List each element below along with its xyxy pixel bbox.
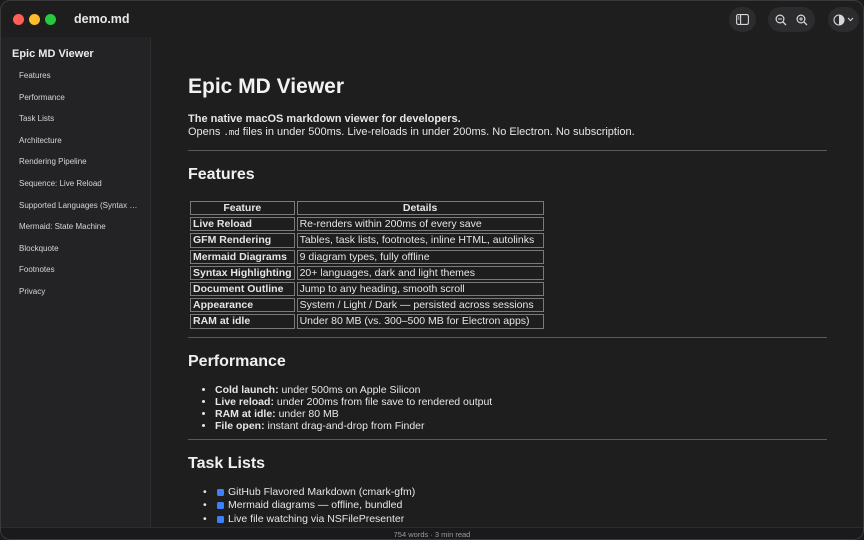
- table-row: Syntax Highlighting 20+ languages, dark …: [190, 265, 544, 280]
- table-header-feature: Feature: [190, 201, 295, 216]
- zoom-out-button[interactable]: [775, 13, 787, 26]
- tagline: The native macOS markdown viewer for dev…: [188, 113, 461, 125]
- inline-code: .md: [223, 128, 240, 138]
- outline-sidebar: Epic MD Viewer Features Performance Task…: [1, 37, 151, 527]
- sidebar-title[interactable]: Epic MD Viewer: [12, 48, 94, 60]
- table-row: Appearance System / Light / Dark — persi…: [190, 298, 544, 313]
- table-row: RAM at idle Under 80 MB (vs. 300–500 MB …: [190, 314, 544, 329]
- markdown-document: Epic MD Viewer The native macOS markdown…: [188, 75, 827, 526]
- divider: [188, 336, 827, 338]
- list-item-text: under 500ms on Apple Silicon: [278, 383, 421, 396]
- task-checkbox[interactable]: [217, 488, 224, 496]
- zoom-controls: [768, 7, 815, 32]
- table-header-row: Feature Details: [190, 201, 544, 216]
- status-bar: 754 words · 3 min read: [1, 527, 863, 539]
- sidebar-item-task-lists[interactable]: Task Lists: [1, 112, 151, 134]
- document-view[interactable]: Epic MD Viewer The native macOS markdown…: [151, 37, 863, 527]
- sidebar-item-privacy[interactable]: Privacy: [1, 285, 151, 307]
- table-row: Document Outline Jump to any heading, sm…: [190, 281, 544, 297]
- table-row: Live Reload Re-renders within 200ms of e…: [190, 217, 544, 232]
- maximize-window-button[interactable]: [45, 14, 56, 25]
- table-cell-details: 9 diagram types, fully offline: [296, 249, 544, 264]
- task-list-item: GitHub Flavored Markdown (cmark-gfm): [203, 485, 827, 500]
- window-title: demo.md: [74, 12, 130, 26]
- list-item-text: under 200ms from file save to rendered o…: [273, 395, 493, 408]
- titlebar: demo.md: [1, 1, 863, 37]
- sidebar-toggle-icon: [736, 14, 749, 25]
- task-text: Mermaid diagrams — offline, bundled: [228, 499, 403, 512]
- sidebar-item-architecture[interactable]: Architecture: [1, 134, 151, 156]
- task-checkbox[interactable]: [217, 502, 224, 510]
- table-cell-feature: Mermaid Diagrams: [190, 249, 295, 264]
- divider: [188, 150, 827, 151]
- zoom-in-button[interactable]: [796, 13, 808, 26]
- list-item: Cold launch: under 500ms on Apple Silico…: [215, 384, 827, 396]
- list-item-label: RAM at idle:: [215, 408, 276, 421]
- table-cell-feature: Appearance: [190, 298, 295, 313]
- table-cell-feature: Document Outline: [190, 281, 295, 297]
- table-cell-details: 20+ languages, dark and light themes: [296, 265, 544, 280]
- table-cell-feature: Syntax Highlighting: [190, 265, 295, 280]
- table-cell-feature: Live Reload: [190, 217, 295, 232]
- table-cell-details: System / Light / Dark — persisted across…: [296, 298, 544, 313]
- app-window: demo.md Epic MD Viewer Features Performa…: [0, 0, 864, 540]
- contrast-icon: [833, 13, 845, 26]
- outline-list: Features Performance Task Lists Architec…: [1, 69, 151, 307]
- sidebar-item-rendering-pipeline[interactable]: Rendering Pipeline: [1, 155, 151, 177]
- table-cell-feature: GFM Rendering: [190, 233, 295, 248]
- sidebar-item-performance[interactable]: Performance: [1, 91, 151, 113]
- table-cell-details: Under 80 MB (vs. 300–500 MB for Electron…: [296, 314, 544, 329]
- close-window-button[interactable]: [13, 14, 24, 25]
- task-list: GitHub Flavored Markdown (cmark-gfm) Mer…: [188, 486, 827, 527]
- list-item-text: under 80 MB: [275, 408, 339, 421]
- intro-text-start: Opens: [188, 126, 224, 138]
- heading-task-lists: Task Lists: [188, 454, 266, 472]
- heading-features: Features: [188, 166, 255, 183]
- sidebar-item-footnotes[interactable]: Footnotes: [1, 263, 151, 285]
- zoom-out-icon: [775, 13, 787, 25]
- list-item-label: Cold launch:: [215, 383, 279, 396]
- table-cell-details: Re-renders within 200ms of every save: [296, 217, 544, 232]
- table-row: Mermaid Diagrams 9 diagram types, fully …: [190, 249, 544, 264]
- appearance-menu-button[interactable]: [828, 7, 859, 32]
- zoom-in-icon: [796, 13, 808, 25]
- list-item-text: instant drag-and-drop from Finder: [264, 420, 425, 433]
- task-list-item: Live file watching via NSFilePresenter: [203, 512, 827, 527]
- list-item: File open: instant drag-and-drop from Fi…: [215, 420, 827, 432]
- intro-paragraph: The native macOS markdown viewer for dev…: [188, 113, 827, 140]
- list-item: RAM at idle: under 80 MB: [215, 408, 827, 420]
- list-item-label: Live reload:: [215, 395, 274, 408]
- divider: [188, 438, 827, 440]
- features-table: Feature Details Live Reload Re-renders w…: [188, 199, 546, 331]
- task-text: Live file watching via NSFilePresenter: [228, 512, 405, 525]
- intro-text-end: files in under 500ms. Live-reloads in un…: [239, 126, 635, 138]
- table-row: GFM Rendering Tables, task lists, footno…: [190, 233, 544, 248]
- list-item-label: File open:: [215, 420, 265, 433]
- minimize-window-button[interactable]: [29, 14, 40, 25]
- task-checkbox[interactable]: [217, 515, 224, 523]
- table-cell-details: Tables, task lists, footnotes, inline HT…: [296, 233, 544, 248]
- table-header-details: Details: [296, 201, 544, 216]
- performance-list: Cold launch: under 500ms on Apple Silico…: [188, 384, 827, 433]
- document-title: Epic MD Viewer: [188, 75, 345, 98]
- chevron-down-icon: [847, 17, 854, 22]
- table-cell-feature: RAM at idle: [190, 314, 295, 329]
- list-item: Live reload: under 200ms from file save …: [215, 396, 827, 408]
- sidebar-item-blockquote[interactable]: Blockquote: [1, 242, 151, 264]
- sidebar-item-features[interactable]: Features: [1, 69, 151, 91]
- sidebar-item-sequence-live-reload[interactable]: Sequence: Live Reload: [1, 177, 151, 199]
- toggle-sidebar-button[interactable]: [729, 7, 756, 32]
- task-list-item: Mermaid diagrams — offline, bundled: [203, 499, 827, 513]
- heading-performance: Performance: [188, 352, 286, 370]
- sidebar-item-supported-languages[interactable]: Supported Languages (Syntax Highlighting…: [1, 199, 151, 221]
- task-text: GitHub Flavored Markdown (cmark-gfm): [228, 485, 416, 498]
- table-cell-details: Jump to any heading, smooth scroll: [296, 281, 544, 297]
- word-count-status: 754 words · 3 min read: [393, 530, 471, 539]
- sidebar-item-mermaid-state-machine[interactable]: Mermaid: State Machine: [1, 220, 151, 242]
